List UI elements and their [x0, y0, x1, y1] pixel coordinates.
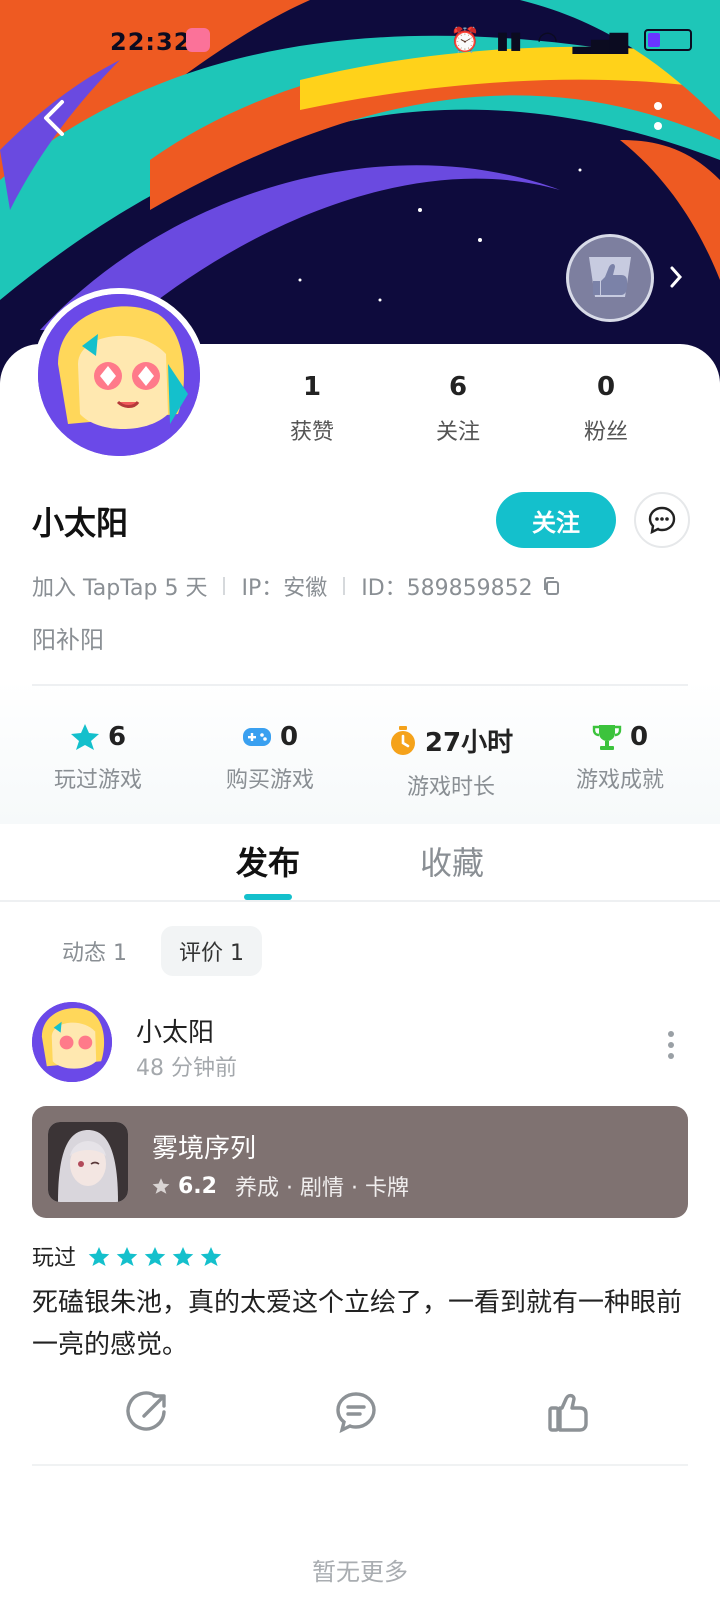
post-author-name[interactable]: 小太阳 — [136, 1012, 214, 1049]
achievements-value: 0 — [629, 722, 649, 752]
playtime-label: 游戏时长 — [406, 775, 495, 800]
no-more-label: 暂无更多 — [312, 1558, 408, 1586]
games-played-label: 玩过游戏 — [53, 768, 142, 793]
game-card[interactable]: 雾境序列 6.2 养成 · 剧情 · 卡牌 — [32, 1106, 688, 1218]
rating-star-icon — [152, 1178, 170, 1194]
joined-info: 加入 TapTap 5 天 — [32, 576, 208, 601]
post-author-avatar[interactable] — [32, 1002, 112, 1082]
rating-stars — [88, 1246, 222, 1267]
copy-icon[interactable] — [541, 576, 561, 596]
gamepad-icon — [242, 728, 271, 746]
games-played-stat[interactable]: 6 玩过游戏 — [18, 722, 178, 794]
status-icons: ⏰ ▮▮ ◠ ▂▄▆ — [450, 26, 693, 54]
games-played-value: 6 — [107, 722, 127, 752]
content-tabs: 发布 收藏 — [0, 824, 720, 902]
battery-icon — [644, 29, 693, 51]
avatar-art — [38, 294, 200, 456]
stat-followers[interactable]: 0 粉丝 — [546, 372, 666, 446]
signal-icon: ▮▮ — [495, 26, 523, 54]
divider — [32, 684, 688, 686]
star-icon — [172, 1246, 194, 1266]
more-options-icon[interactable] — [650, 98, 666, 138]
status-time: 22:32 — [110, 28, 192, 56]
games-purchased-value: 0 — [279, 722, 299, 752]
stopwatch-icon — [390, 725, 415, 755]
profile-meta: 加入 TapTap 5 天 IP：安徽 ID：589859852 — [32, 570, 561, 602]
avatar-art — [32, 1002, 112, 1082]
tab-favorites[interactable]: 收藏 — [420, 838, 484, 884]
trophy-icon — [592, 725, 622, 750]
divider — [32, 1464, 688, 1466]
chevron-right-icon[interactable] — [666, 264, 686, 290]
star-icon — [144, 1246, 166, 1266]
star-icon — [88, 1246, 110, 1266]
stat-following[interactable]: 6 关注 — [398, 372, 518, 446]
chat-bubble-icon — [648, 506, 676, 535]
cellular-icon: ▂▄▆ — [572, 26, 629, 54]
game-name: 雾境序列 — [152, 1134, 257, 1164]
subtab-reviews[interactable]: 评价 1 — [161, 926, 262, 976]
achievements-label: 游戏成就 — [575, 768, 664, 793]
follow-button[interactable]: 关注 — [496, 492, 616, 548]
played-rating-row: 玩过 — [32, 1240, 222, 1272]
game-cover-art — [48, 1122, 128, 1202]
tab-indicator — [244, 894, 292, 900]
game-score: 6.2 — [178, 1173, 217, 1199]
ip-location: IP：安徽 — [241, 576, 328, 601]
meta-divider — [343, 577, 346, 595]
star-icon — [116, 1246, 138, 1266]
like-icon[interactable] — [546, 1390, 590, 1434]
wifi-icon: ◠ — [538, 26, 557, 54]
user-id: ID：589859852 — [361, 576, 533, 601]
star-icon — [70, 724, 99, 750]
games-purchased-label: 购买游戏 — [225, 768, 314, 793]
stat-followers-value: 0 — [596, 372, 616, 402]
message-button[interactable] — [634, 492, 690, 548]
stat-followers-label: 粉丝 — [583, 420, 628, 445]
share-icon[interactable] — [126, 1390, 170, 1434]
badge-art — [589, 257, 631, 297]
subtab-feed[interactable]: 动态 1 — [44, 926, 145, 976]
played-label: 玩过 — [32, 1246, 77, 1271]
game-meta: 6.2 养成 · 剧情 · 卡牌 — [152, 1170, 409, 1202]
star-icon — [200, 1246, 222, 1266]
playtime-stat[interactable]: 27小时 游戏时长 — [366, 722, 536, 801]
username: 小太阳 — [32, 504, 129, 542]
thumbs-up-badge-icon[interactable] — [566, 234, 654, 322]
stat-likes-value: 1 — [302, 372, 322, 402]
stat-likes-label: 获赞 — [289, 420, 334, 445]
user-bio: 阳补阳 — [32, 626, 104, 654]
stat-likes[interactable]: 1 获赞 — [252, 372, 372, 446]
games-purchased-stat[interactable]: 0 购买游戏 — [190, 722, 350, 794]
profile-avatar[interactable] — [32, 288, 206, 462]
game-tags: 养成 · 剧情 · 卡牌 — [234, 1176, 409, 1201]
alarm-icon: ⏰ — [450, 26, 480, 54]
achievements-stat[interactable]: 0 游戏成就 — [540, 722, 700, 794]
bilibili-app-icon — [186, 28, 210, 52]
tab-posts[interactable]: 发布 — [236, 838, 300, 884]
playtime-value: 27小时 — [424, 728, 514, 758]
back-arrow-icon[interactable] — [36, 96, 76, 140]
review-text[interactable]: 死磕银朱池，真的太爱这个立绘了，一看到就有一种眼前一亮的感觉。 — [32, 1282, 688, 1366]
post-timestamp: 48 分钟前 — [136, 1056, 237, 1081]
meta-divider — [223, 577, 226, 595]
sub-tabs: 动态 1 评价 1 — [44, 926, 262, 976]
stat-following-value: 6 — [448, 372, 468, 402]
comment-icon[interactable] — [334, 1390, 378, 1434]
status-bar: 22:32 ⏰ ▮▮ ◠ ▂▄▆ — [0, 22, 720, 62]
stat-following-label: 关注 — [435, 420, 480, 445]
game-icon — [48, 1122, 128, 1202]
post-more-icon[interactable] — [666, 1030, 676, 1060]
